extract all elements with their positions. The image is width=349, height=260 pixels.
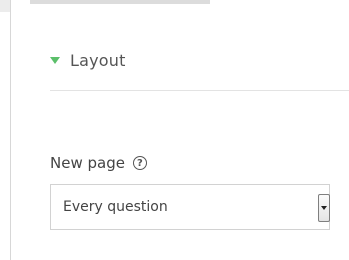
top-divider — [30, 0, 210, 4]
question-circle-icon[interactable]: ? — [132, 156, 147, 170]
select-dropdown-button[interactable] — [318, 194, 330, 222]
new-page-select-value: Every question — [63, 199, 168, 215]
new-page-label: New page — [50, 154, 125, 172]
section-title: Layout — [70, 50, 126, 70]
window-edge-tab — [0, 0, 10, 12]
new-page-label-row: New page ? — [50, 153, 147, 173]
new-page-select[interactable]: Every question — [50, 184, 330, 230]
chevron-down-icon — [321, 206, 327, 210]
expanded-triangle-icon — [50, 57, 60, 64]
layout-section-toggle[interactable]: Layout — [50, 49, 126, 71]
section-divider — [50, 90, 349, 91]
